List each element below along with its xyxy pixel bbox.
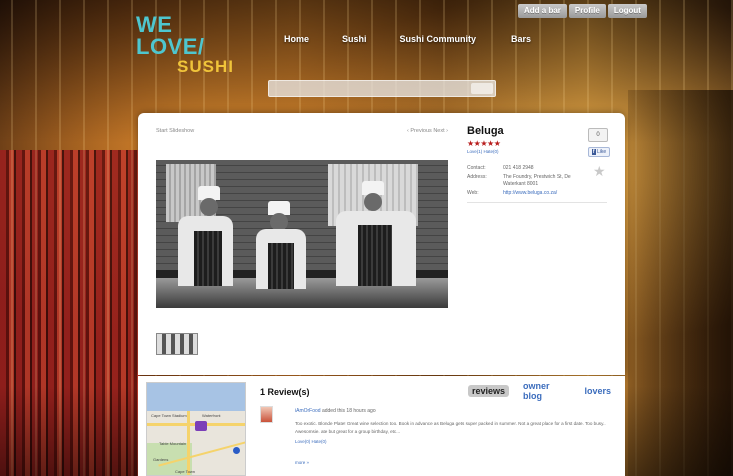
contact-label: Contact: xyxy=(467,165,486,171)
contact-value: 021 418 2948 xyxy=(503,165,534,171)
fb-logo-icon: f xyxy=(591,149,596,155)
profile-link[interactable]: Profile xyxy=(568,4,606,18)
map-sea xyxy=(147,383,245,411)
map-label: Table Mountain xyxy=(159,441,187,446)
avatar[interactable] xyxy=(260,406,273,423)
logo-line-1: WE LOVE/ xyxy=(136,12,205,59)
review-meta: iAmOrFood added this 18 hours ago xyxy=(295,408,376,414)
map-marker-icon xyxy=(233,447,240,454)
gallery-thumbnail[interactable] xyxy=(156,333,198,355)
fb-like-label: Like xyxy=(596,149,607,155)
utility-bar: Add a bar Profile Logout xyxy=(518,4,647,18)
web-label: Web: xyxy=(467,190,479,196)
reviews-tabs: reviews owner blog lovers xyxy=(468,381,625,401)
fb-like-count: 0 xyxy=(588,128,608,142)
photo-chef-1 xyxy=(170,186,233,296)
address-value: The Foundry, Prestwich St, De Waterkant … xyxy=(503,174,571,187)
tab-lovers[interactable]: lovers xyxy=(584,386,611,396)
add-listing-link[interactable]: Add a bar xyxy=(518,4,567,18)
review-text: Too exotic. Blonde Plate! Great wine sel… xyxy=(295,421,606,434)
site-logo[interactable]: WE LOVE/ SUSHI xyxy=(136,12,246,76)
search-input[interactable] xyxy=(269,84,469,99)
reviews-count-heading: 1 Review(s) xyxy=(260,387,310,397)
prev-next-links[interactable]: ‹ Previous Next › xyxy=(407,128,448,134)
favourite-star-icon[interactable]: ★ xyxy=(593,163,606,180)
stars-icon: ★★★★★ xyxy=(467,139,501,148)
review-timestamp: added this 18 hours ago xyxy=(320,408,376,414)
nav-item-sushi-community[interactable]: Sushi Community xyxy=(400,34,477,44)
review-username[interactable]: iAmOrFood xyxy=(295,408,321,414)
nav-item-home[interactable]: Home xyxy=(284,34,309,44)
map-label: Gardens xyxy=(153,457,169,462)
logout-link[interactable]: Logout xyxy=(607,4,647,18)
reviews-section: Cape Town Stadium Table Mountain Waterfr… xyxy=(138,376,625,476)
photo-chef-3 xyxy=(336,181,426,296)
listing-panel: Start Slideshow ‹ Previous Next › Beluga… xyxy=(138,113,625,375)
search-bar xyxy=(268,80,496,99)
map-label: Cape Town Stadium xyxy=(151,413,187,418)
listing-info: Beluga ★★★★★ Love(1) Hate(0) 0 f Like ★ … xyxy=(467,125,617,203)
map-label: Cape Town xyxy=(175,469,195,474)
map-pin-icon[interactable] xyxy=(195,421,207,431)
tab-reviews[interactable]: reviews xyxy=(468,385,510,397)
map-label: Waterfront xyxy=(202,413,221,418)
main-nav: Home Sushi Sushi Community Bars xyxy=(284,34,531,44)
address-label: Address: xyxy=(467,174,487,180)
review-love-hate-vote[interactable]: Love(0) Hate(0) xyxy=(295,439,327,444)
logo-line-2: SUSHI xyxy=(177,57,234,76)
nav-item-bars[interactable]: Bars xyxy=(511,34,531,44)
search-button[interactable] xyxy=(471,83,493,94)
more-reviews-link[interactable]: more » xyxy=(295,460,309,465)
fb-like-button[interactable]: f Like xyxy=(588,147,610,157)
tab-owner-blog[interactable]: owner blog xyxy=(523,381,570,401)
start-slideshow-link[interactable]: Start Slideshow xyxy=(156,128,194,134)
map-road xyxy=(187,411,190,475)
nav-item-sushi[interactable]: Sushi xyxy=(342,34,367,44)
main-photo[interactable] xyxy=(156,160,448,308)
photo-chef-2 xyxy=(252,201,312,296)
details-divider xyxy=(467,202,607,203)
location-map[interactable]: Cape Town Stadium Table Mountain Waterfr… xyxy=(146,382,246,476)
web-link[interactable]: http://www.beluga.co.za/ xyxy=(503,190,583,197)
